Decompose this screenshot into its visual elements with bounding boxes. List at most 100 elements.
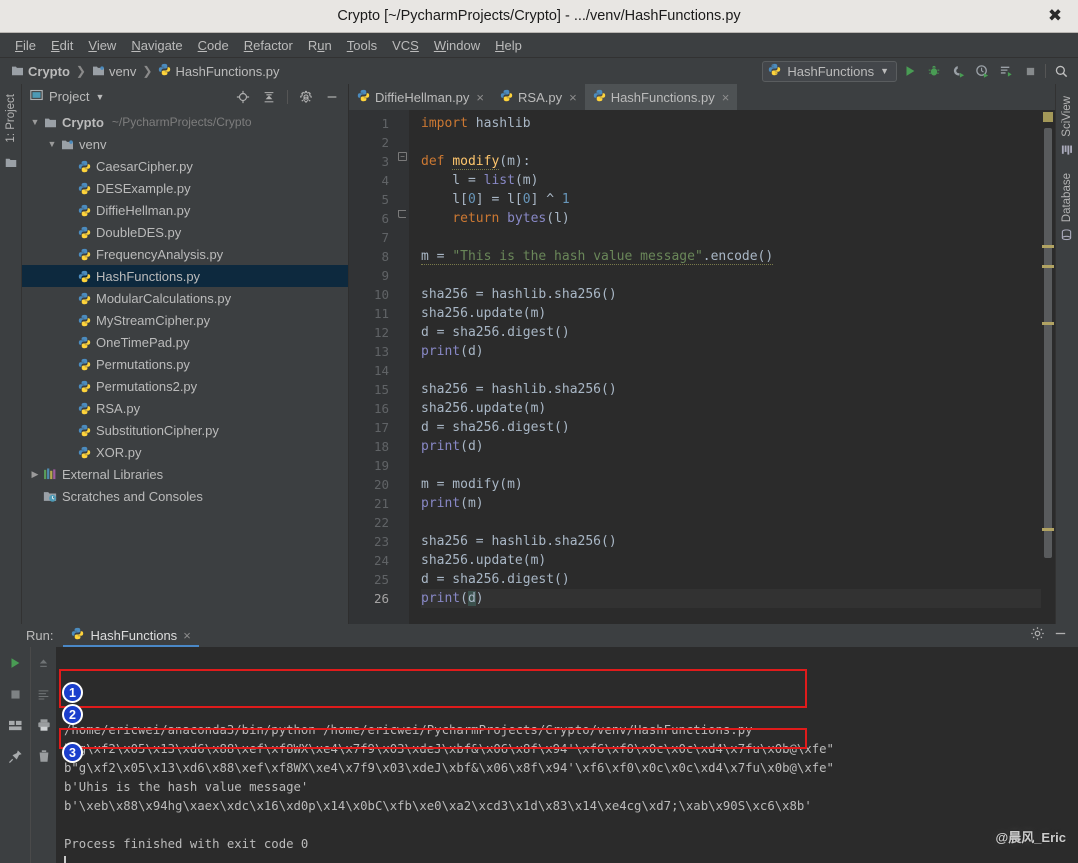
rerun-icon[interactable] — [5, 653, 25, 673]
close-icon[interactable]: × — [569, 90, 577, 105]
run-with-coverage-icon[interactable] — [947, 60, 969, 82]
menu-item-tools[interactable]: Tools — [341, 36, 383, 55]
run-dashboard-icon[interactable] — [995, 60, 1017, 82]
chevron-right-icon[interactable]: ▶ — [28, 469, 42, 480]
clear-all-icon[interactable] — [34, 746, 54, 766]
tree-item[interactable]: Permutations.py — [22, 353, 348, 375]
tree-item[interactable]: Scratches and Consoles — [22, 485, 348, 507]
run-tab-hashfunctions[interactable]: HashFunctions × — [63, 624, 199, 647]
fold-collapse-icon[interactable]: − — [398, 152, 407, 161]
tree-item[interactable]: DiffieHellman.py — [22, 199, 348, 221]
run-icon[interactable] — [899, 60, 921, 82]
stop-icon[interactable] — [1019, 60, 1041, 82]
menu-item-help[interactable]: Help — [489, 36, 528, 55]
sidebar-item-project[interactable]: 1: Project — [3, 90, 19, 147]
close-icon[interactable]: × — [476, 90, 484, 105]
settings-gear-icon[interactable] — [296, 87, 316, 107]
inspection-status-icon[interactable] — [1043, 112, 1053, 122]
collapse-all-icon[interactable] — [259, 87, 279, 107]
code-line[interactable]: m = modify(m) — [421, 475, 1041, 494]
code-line[interactable]: sha256 = hashlib.sha256() — [421, 285, 1041, 304]
debug-icon[interactable] — [923, 60, 945, 82]
tree-item[interactable]: ModularCalculations.py — [22, 287, 348, 309]
code-line[interactable]: sha256 = hashlib.sha256() — [421, 380, 1041, 399]
pin-icon[interactable] — [5, 746, 25, 766]
editor-tab-rsa-py[interactable]: RSA.py × — [492, 84, 585, 110]
code-line[interactable]: sha256.update(m) — [421, 399, 1041, 418]
project-panel-title[interactable]: Project — [49, 89, 89, 104]
editor-tab-hashfunctions-py[interactable]: HashFunctions.py × — [584, 84, 738, 110]
code-line[interactable]: sha256.update(m) — [421, 304, 1041, 323]
editor-tab-diffiehellman-py[interactable]: DiffieHellman.py × — [349, 84, 492, 110]
menu-item-navigate[interactable]: Navigate — [125, 36, 188, 55]
profile-icon[interactable] — [971, 60, 993, 82]
code-line[interactable] — [421, 456, 1041, 475]
code-line[interactable]: d = sha256.digest() — [421, 570, 1041, 589]
tree-item[interactable]: MyStreamCipher.py — [22, 309, 348, 331]
menu-item-file[interactable]: File — [9, 36, 42, 55]
code-line[interactable] — [421, 228, 1041, 247]
locate-icon[interactable] — [233, 87, 253, 107]
code-line[interactable] — [421, 266, 1041, 285]
close-icon[interactable]: × — [722, 90, 730, 105]
code-line[interactable]: d = sha256.digest() — [421, 323, 1041, 342]
breadcrumb-item-venv[interactable]: venv — [89, 63, 139, 80]
hide-icon[interactable] — [322, 87, 342, 107]
menu-item-window[interactable]: Window — [428, 36, 486, 55]
console-output[interactable]: /home/ericwei/anaconda3/bin/python /home… — [56, 647, 1078, 863]
code-line[interactable]: print(d) — [421, 342, 1041, 361]
code-line[interactable]: m = "This is the hash value message".enc… — [421, 247, 1041, 266]
code-line[interactable]: def modify(m): — [421, 152, 1041, 171]
close-icon[interactable]: ✖ — [1044, 5, 1066, 27]
menu-item-vcs[interactable]: VCS — [386, 36, 425, 55]
code-editor[interactable]: 1 2 3 4 5 6 7 8 9 10 11 12 13 14 15 16 17 18 19 20 21 22 23 24 2… — [349, 110, 1055, 624]
code-line[interactable]: sha256.update(m) — [421, 551, 1041, 570]
code-line[interactable] — [421, 361, 1041, 380]
sidebar-item-sciview[interactable]: SciView — [1059, 92, 1075, 159]
search-icon[interactable] — [1050, 60, 1072, 82]
menu-item-code[interactable]: Code — [192, 36, 235, 55]
tree-item[interactable]: Permutations2.py — [22, 375, 348, 397]
menu-item-run[interactable]: Run — [302, 36, 338, 55]
stop-icon[interactable] — [5, 684, 25, 704]
tree-item[interactable]: CaesarCipher.py — [22, 155, 348, 177]
run-configuration-selector[interactable]: HashFunctions ▼ — [762, 60, 897, 82]
chevron-down-icon[interactable]: ▼ — [28, 117, 42, 127]
tree-item[interactable]: DESExample.py — [22, 177, 348, 199]
tree-item[interactable]: ▼ Crypto ~/PycharmProjects/Crypto — [22, 111, 348, 133]
settings-gear-icon[interactable] — [1030, 626, 1045, 646]
code-line[interactable]: d = sha256.digest() — [421, 418, 1041, 437]
tree-item[interactable]: DoubleDES.py — [22, 221, 348, 243]
code-line[interactable]: l[0] = l[0] ^ 1 — [421, 190, 1041, 209]
code-line[interactable] — [421, 133, 1041, 152]
code-line[interactable] — [421, 513, 1041, 532]
code-folding-column[interactable]: − — [395, 110, 409, 624]
project-tree[interactable]: ▼ Crypto ~/PycharmProjects/Crypto ▼ venv Caes… — [22, 109, 348, 624]
menu-item-refactor[interactable]: Refactor — [238, 36, 299, 55]
code-line[interactable]: sha256 = hashlib.sha256() — [421, 532, 1041, 551]
tree-item[interactable]: SubstitutionCipher.py — [22, 419, 348, 441]
scroll-up-icon[interactable] — [34, 653, 54, 673]
menu-item-view[interactable]: View — [82, 36, 122, 55]
chevron-down-icon[interactable]: ▼ — [45, 139, 59, 149]
code-line[interactable]: print(d) — [421, 437, 1041, 456]
print-icon[interactable] — [34, 715, 54, 735]
code-line[interactable]: return bytes(l) — [421, 209, 1041, 228]
tree-item[interactable]: OneTimePad.py — [22, 331, 348, 353]
code-line[interactable]: l = list(m) — [421, 171, 1041, 190]
tree-item[interactable]: ▼ venv — [22, 133, 348, 155]
close-icon[interactable]: × — [183, 628, 191, 643]
chevron-down-icon[interactable]: ▼ — [95, 92, 104, 102]
tree-item[interactable]: HashFunctions.py — [22, 265, 348, 287]
breadcrumb-item-hashfunctions-py[interactable]: HashFunctions.py — [155, 62, 282, 80]
tree-item[interactable]: ▶ External Libraries — [22, 463, 348, 485]
soft-wrap-icon[interactable] — [34, 684, 54, 704]
code-line[interactable]: print(m) — [421, 494, 1041, 513]
tree-item[interactable]: FrequencyAnalysis.py — [22, 243, 348, 265]
editor-scrollbar[interactable] — [1041, 110, 1055, 624]
hide-icon[interactable] — [1053, 626, 1068, 646]
sidebar-item-database[interactable]: Database — [1059, 169, 1075, 244]
breadcrumb-item-crypto[interactable]: Crypto — [8, 63, 73, 80]
tree-item[interactable]: RSA.py — [22, 397, 348, 419]
code-line[interactable]: print(d) — [421, 589, 1041, 608]
